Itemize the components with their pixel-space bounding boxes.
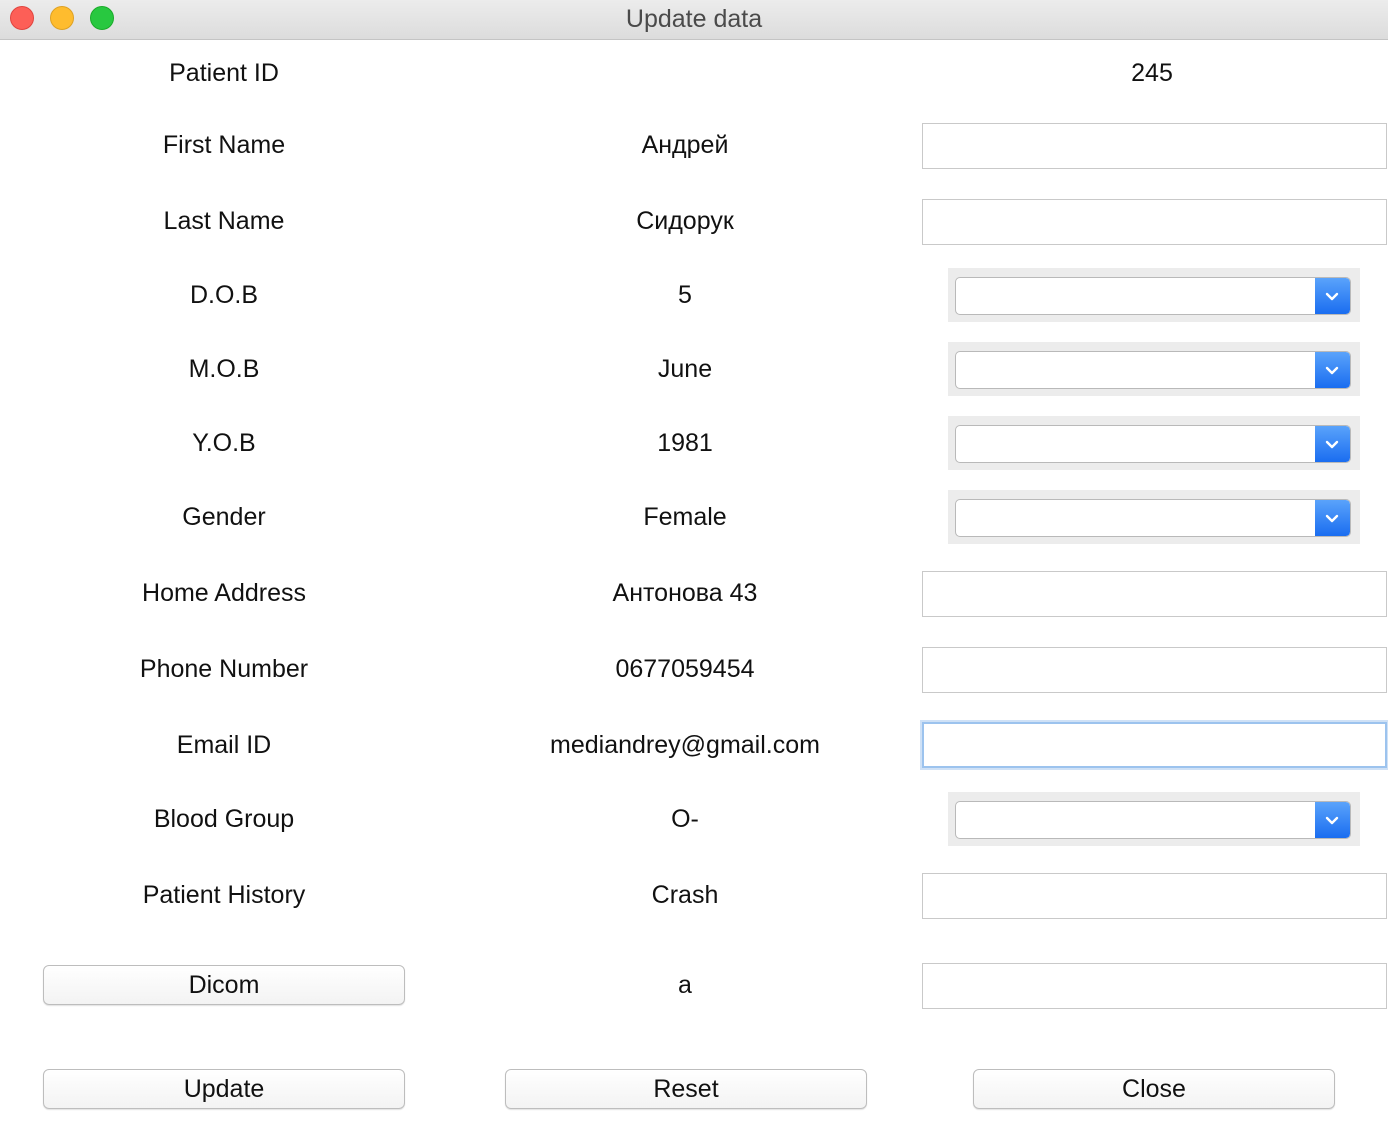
blood-group-current-value: O- [671,805,699,833]
phone-number-label: Phone Number [139,655,309,683]
patient-history-input[interactable] [922,873,1387,919]
last-name-input[interactable] [922,199,1387,245]
home-address-label: Home Address [142,579,306,607]
chevron-down-icon[interactable] [1315,278,1350,314]
blood-group-label: Blood Group [153,805,295,833]
dob-combobox-container [948,268,1360,322]
chevron-down-icon[interactable] [1315,802,1350,838]
mob-combobox[interactable] [955,351,1351,389]
patient-id-label: Patient ID [169,59,279,87]
email-current-value: mediandrey@gmail.com [550,731,820,759]
gender-combobox[interactable] [955,499,1351,537]
phone-number-current-value: 0677059454 [615,655,755,683]
first-name-label: First Name [162,131,286,159]
chevron-down-icon[interactable] [1315,500,1350,536]
dicom-input[interactable] [922,963,1387,1009]
email-input[interactable] [922,722,1387,768]
mob-combobox-container [948,342,1360,396]
blood-group-combobox-container [948,792,1360,846]
first-name-current-value: Андрей [641,131,729,159]
blood-group-combobox[interactable] [955,801,1351,839]
patient-history-label: Patient History [142,881,306,909]
dob-combobox[interactable] [955,277,1351,315]
gender-label: Gender [182,503,266,531]
email-label: Email ID [176,731,272,759]
last-name-label: Last Name [163,207,285,235]
patient-history-current-value: Crash [651,881,719,909]
first-name-input[interactable] [922,123,1387,169]
home-address-input[interactable] [922,571,1387,617]
chevron-down-icon[interactable] [1315,352,1350,388]
update-button[interactable]: Update [43,1069,405,1109]
gender-combobox-container [948,490,1360,544]
last-name-current-value: Сидорук [636,207,734,235]
mob-current-value: June [657,355,713,383]
yob-combobox[interactable] [955,425,1351,463]
gender-current-value: Female [643,503,727,531]
dicom-current-value: a [678,971,692,999]
window-title: Update data [625,5,763,33]
dob-current-value: 5 [678,281,692,309]
phone-number-input[interactable] [922,647,1387,693]
yob-label: Y.O.B [192,429,256,457]
dob-label: D.O.B [189,281,259,309]
close-button[interactable]: Close [973,1069,1335,1109]
home-address-current-value: Антонова 43 [612,579,758,607]
chevron-down-icon[interactable] [1315,426,1350,462]
reset-button[interactable]: Reset [505,1069,867,1109]
mob-label: M.O.B [188,355,260,383]
title-bar: Update data [0,0,1388,40]
patient-id-value: 245 [1131,59,1173,87]
yob-current-value: 1981 [657,429,713,457]
dicom-button[interactable]: Dicom [43,965,405,1005]
yob-combobox-container [948,416,1360,470]
